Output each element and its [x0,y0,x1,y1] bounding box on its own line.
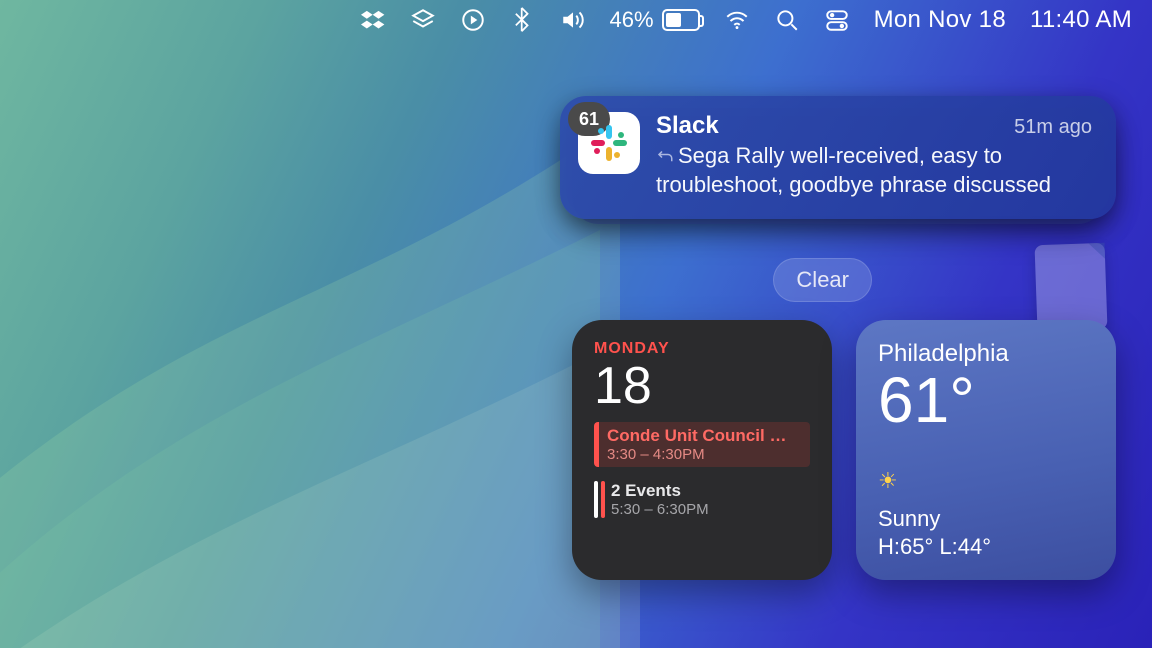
calendar-day-number: 18 [594,360,810,412]
bluetooth-icon[interactable] [510,7,536,33]
battery-percent: 46% [610,7,654,33]
desktop-file-icon[interactable] [1035,243,1108,331]
calendar-event[interactable]: 2 Events 5:30 – 6:30PM [594,477,810,522]
menu-bar-time[interactable]: 11:40 AM [1030,6,1132,34]
menu-bar: 46% Mon Nov 18 11:40 AM [0,0,1152,40]
slack-app-icon: 61 [578,112,640,174]
event-color-bars [594,481,605,518]
widget-row: MONDAY 18 Conde Unit Council W… 3:30 – 4… [572,320,1116,580]
weather-widget[interactable]: Philadelphia 61° ☀︎ Sunny H:65° L:44° [856,320,1116,580]
dropbox-icon[interactable] [360,7,386,33]
calendar-widget[interactable]: MONDAY 18 Conde Unit Council W… 3:30 – 4… [572,320,832,580]
play-circle-icon[interactable] [460,7,486,33]
event-time: 3:30 – 4:30PM [607,446,802,463]
wifi-icon[interactable] [724,7,750,33]
sun-icon: ☀︎ [878,468,898,494]
weather-temperature: 61° [878,368,1094,432]
event-time: 5:30 – 6:30PM [611,501,709,518]
notification-app-name: Slack [656,112,719,140]
notification-text: Sega Rally well-received, easy to troubl… [656,142,1092,199]
event-title: Conde Unit Council W… [607,426,802,446]
battery-status[interactable]: 46% [610,7,700,33]
event-title: 2 Events [611,481,709,501]
weather-hilo: H:65° L:44° [878,534,991,560]
calendar-day-of-week: MONDAY [594,340,810,358]
calendar-event[interactable]: Conde Unit Council W… 3:30 – 4:30PM [594,422,810,467]
notification-card[interactable]: 61 Slack 51m ago Sega Rally well-receive… [560,96,1116,219]
notification-message: Sega Rally well-received, easy to troubl… [656,143,1051,197]
stack-icon[interactable] [410,7,436,33]
control-center-icon[interactable] [824,7,850,33]
menu-bar-date[interactable]: Mon Nov 18 [874,6,1006,34]
volume-icon[interactable] [560,7,586,33]
search-icon[interactable] [774,7,800,33]
clear-button[interactable]: Clear [773,258,872,302]
notification-age: 51m ago [1014,116,1092,139]
notification-stack[interactable]: 61 Slack 51m ago Sega Rally well-receive… [560,96,1116,219]
battery-icon [662,9,700,31]
weather-condition: Sunny [878,506,940,532]
